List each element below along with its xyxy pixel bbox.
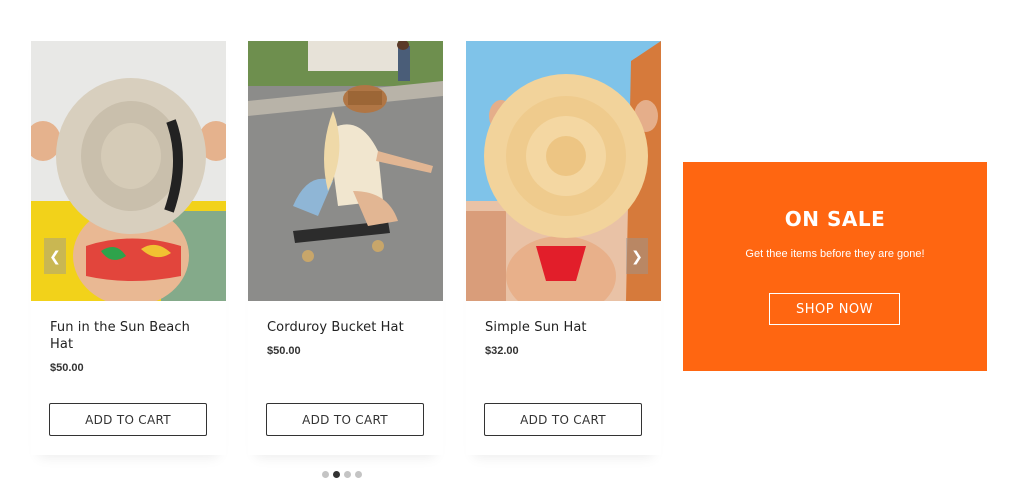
shop-now-button[interactable]: SHOP NOW xyxy=(769,293,900,325)
product-title[interactable]: Corduroy Bucket Hat xyxy=(267,319,425,336)
sun-hat-photo[interactable]: ❯ xyxy=(466,41,661,301)
product-price: $50.00 xyxy=(267,345,301,357)
product-price: $50.00 xyxy=(50,362,84,374)
product-card[interactable]: ❯ Simple Sun Hat $32.00 ADD TO CART xyxy=(466,41,661,455)
carousel-dot[interactable] xyxy=(355,471,362,478)
product-title[interactable]: Fun in the Sun Beach Hat xyxy=(50,319,208,353)
add-to-cart-button[interactable]: ADD TO CART xyxy=(266,403,424,436)
product-title[interactable]: Simple Sun Hat xyxy=(485,319,643,336)
add-to-cart-button[interactable]: ADD TO CART xyxy=(49,403,207,436)
add-to-cart-button[interactable]: ADD TO CART xyxy=(484,403,642,436)
carousel-pagination xyxy=(322,471,362,478)
beach-hat-photo[interactable]: ❮ xyxy=(31,41,226,301)
product-card[interactable]: ❮ Fun in the Sun Beach Hat $50.00 ADD TO… xyxy=(31,41,226,455)
product-card[interactable]: Corduroy Bucket Hat $50.00 ADD TO CART xyxy=(248,41,443,455)
product-price: $32.00 xyxy=(485,345,519,357)
sale-subtitle: Get thee items before they are gone! xyxy=(745,248,925,260)
carousel-dot[interactable] xyxy=(344,471,351,478)
chevron-left-icon[interactable]: ❮ xyxy=(44,238,66,274)
chevron-right-icon[interactable]: ❯ xyxy=(626,238,648,274)
product-carousel: ❮ Fun in the Sun Beach Hat $50.00 ADD TO… xyxy=(31,41,661,481)
page: ❮ Fun in the Sun Beach Hat $50.00 ADD TO… xyxy=(0,0,1024,496)
sale-banner: ON SALE Get thee items before they are g… xyxy=(683,162,987,371)
carousel-dot[interactable] xyxy=(322,471,329,478)
sale-title: ON SALE xyxy=(784,207,886,231)
carousel-dot-active[interactable] xyxy=(333,471,340,478)
skateboarder-photo[interactable] xyxy=(248,41,443,301)
